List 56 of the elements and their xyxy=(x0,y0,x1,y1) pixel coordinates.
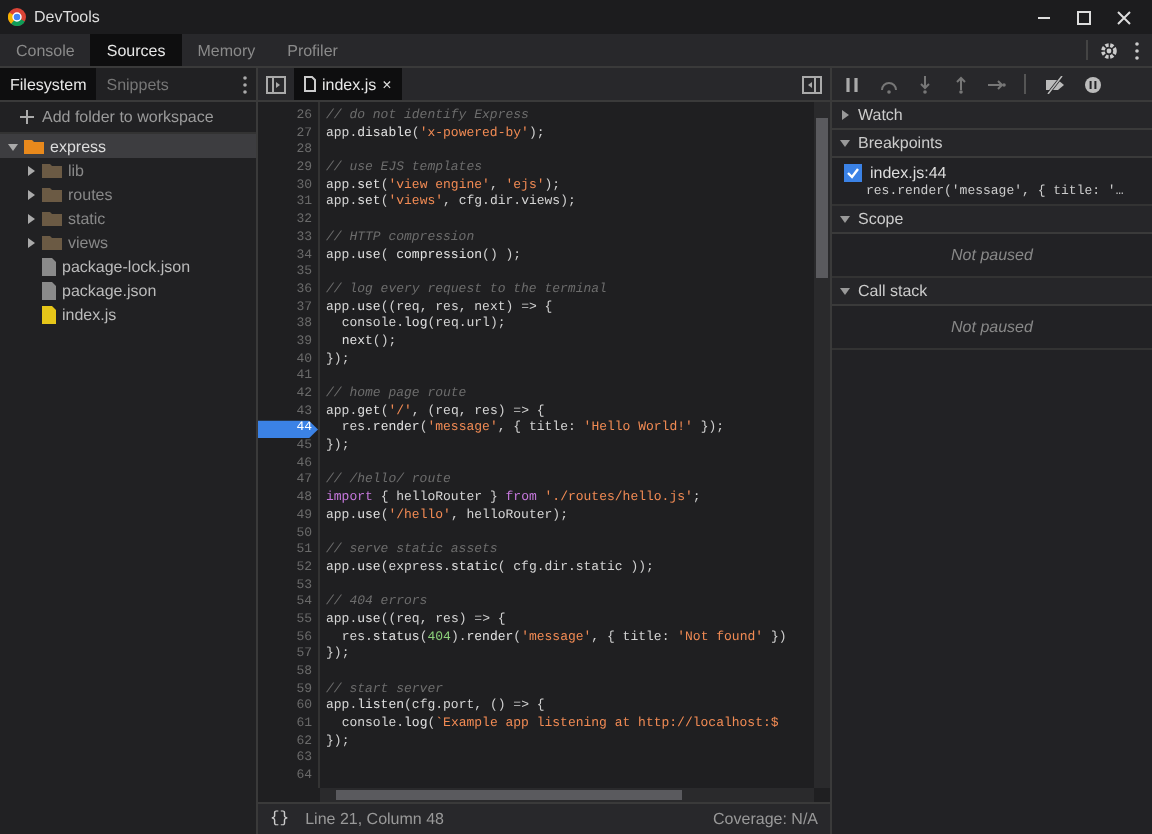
tree-item[interactable]: routes xyxy=(0,182,256,206)
section-header[interactable]: Call stack xyxy=(832,278,1152,306)
file-icon xyxy=(304,76,316,92)
vertical-scrollbar[interactable] xyxy=(814,102,830,788)
tree-item[interactable]: static xyxy=(0,206,256,230)
collapsed-triangle-icon xyxy=(840,110,850,120)
tree-item[interactable]: package-lock.json xyxy=(0,254,256,278)
collapsed-triangle-icon[interactable] xyxy=(25,237,35,247)
step-out-icon[interactable] xyxy=(952,75,970,93)
navigator-tab[interactable]: Snippets xyxy=(96,68,179,100)
pretty-print-button[interactable]: {} xyxy=(270,810,290,828)
expanded-triangle-icon xyxy=(840,138,850,148)
pause-icon[interactable] xyxy=(844,75,862,93)
tree-item[interactable]: express xyxy=(0,134,256,158)
section-header[interactable]: Watch xyxy=(832,102,1152,130)
panel-tab[interactable]: Sources xyxy=(90,34,182,66)
section-header[interactable]: Breakpoints xyxy=(832,130,1152,158)
not-paused-message: Not paused xyxy=(832,306,1152,350)
checkmark-icon xyxy=(846,166,860,180)
maximize-icon[interactable] xyxy=(1076,9,1092,25)
collapsed-triangle-icon[interactable] xyxy=(25,189,35,199)
coverage-status: Coverage: N/A xyxy=(713,810,818,828)
file-tab-label: index.js xyxy=(322,75,377,93)
panel-tab[interactable]: Memory xyxy=(181,34,272,66)
collapsed-triangle-icon[interactable] xyxy=(25,165,35,175)
chrome-logo-icon xyxy=(8,8,26,26)
breakpoint-location[interactable]: index.js:44 xyxy=(870,164,947,182)
expanded-triangle-icon xyxy=(840,214,850,224)
more-options-icon[interactable] xyxy=(1134,41,1140,59)
panel-tab[interactable]: Profiler xyxy=(271,34,354,66)
expanded-triangle-icon[interactable] xyxy=(7,141,17,151)
tree-item[interactable]: views xyxy=(0,230,256,254)
navigator-tab[interactable]: Filesystem xyxy=(0,68,97,100)
step-into-icon[interactable] xyxy=(916,75,934,93)
checkbox[interactable] xyxy=(844,164,862,182)
collapsed-triangle-icon[interactable] xyxy=(25,213,35,223)
expanded-triangle-icon xyxy=(840,286,850,296)
window-title: DevTools xyxy=(34,8,102,26)
file-tab[interactable]: index.js × xyxy=(294,68,402,100)
deactivate-breakpoints-icon[interactable] xyxy=(1044,75,1066,93)
pause-on-exceptions-icon[interactable] xyxy=(1084,75,1102,93)
tree-item[interactable]: lib xyxy=(0,158,256,182)
tree-item[interactable]: index.js xyxy=(0,302,256,326)
tree-item[interactable]: package.json xyxy=(0,278,256,302)
section-header[interactable]: Scope xyxy=(832,206,1152,234)
toggle-navigator-icon[interactable] xyxy=(266,75,286,93)
close-icon[interactable] xyxy=(1116,9,1132,25)
settings-icon[interactable] xyxy=(1100,41,1118,59)
more-options-icon[interactable] xyxy=(242,75,248,93)
step-icon[interactable] xyxy=(988,75,1006,93)
toggle-debugger-icon[interactable] xyxy=(802,75,822,93)
cursor-position: Line 21, Column 48 xyxy=(305,810,444,828)
panel-tab[interactable]: Console xyxy=(0,34,91,66)
horizontal-scrollbar[interactable] xyxy=(320,788,814,802)
plus-icon xyxy=(20,110,34,124)
close-tab-button[interactable]: × xyxy=(382,75,392,93)
